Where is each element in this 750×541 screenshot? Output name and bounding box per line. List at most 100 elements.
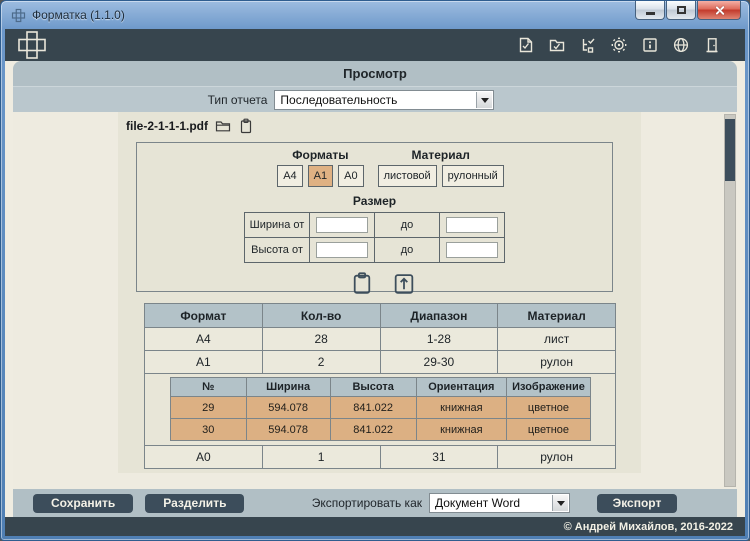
cell-range: 1-28 <box>379 327 499 351</box>
cell-material: рулон <box>497 350 616 374</box>
table-row[interactable]: A1 2 29-30 рулон <box>144 350 616 374</box>
maximize-icon <box>676 6 686 14</box>
report-file-icon[interactable] <box>517 36 535 54</box>
cell-format: A4 <box>144 327 263 351</box>
info-icon[interactable] <box>641 36 659 54</box>
material-sheet-button[interactable]: листовой <box>377 165 437 187</box>
filter-panel: Форматы A4 A1 A0 Материал листовой рулон… <box>136 142 613 294</box>
copy-filter-button[interactable] <box>349 271 375 296</box>
table-header-row: № Ширина Высота Ориентация Изображение <box>170 377 592 397</box>
minimize-button[interactable] <box>635 1 665 20</box>
close-button[interactable] <box>697 1 741 20</box>
cell-image: цветное <box>505 396 592 419</box>
report-type-value: Последовательность <box>280 92 398 107</box>
structure-report-icon[interactable] <box>579 36 597 54</box>
window-client-area: Просмотр Тип отчета Последовательность f… <box>5 29 745 536</box>
cell-height: 841.022 <box>329 418 417 441</box>
col-format: Формат <box>144 303 263 328</box>
export-group: Экспортировать как Документ Word Экспорт <box>312 493 677 513</box>
col-range: Диапазон <box>379 303 499 328</box>
main-area: Просмотр Тип отчета Последовательность f… <box>5 61 745 517</box>
cell-number: 29 <box>170 396 247 419</box>
col-count: Кол-во <box>261 303 381 328</box>
formats-summary-table: Формат Кол-во Диапазон Материал A4 28 1-… <box>144 303 616 469</box>
table-row[interactable]: 30 594.078 841.022 книжная цветное <box>170 418 592 441</box>
app-header <box>5 29 745 61</box>
window-controls <box>635 1 741 20</box>
format-a0-button[interactable]: A0 <box>338 165 364 187</box>
chevron-down-icon[interactable] <box>552 495 568 511</box>
format-a4-button[interactable]: A4 <box>277 165 303 187</box>
close-icon <box>714 5 725 16</box>
cell-format: A0 <box>144 445 263 469</box>
file-row: file-2-1-1-1.pdf <box>126 118 254 134</box>
table-row[interactable]: 29 594.078 841.022 книжная цветное <box>170 396 592 419</box>
scrollbar-thumb[interactable] <box>725 119 735 181</box>
table-header-row: Формат Кол-во Диапазон Материал <box>144 303 616 328</box>
col-number: № <box>170 377 247 397</box>
cell-count: 2 <box>261 350 381 374</box>
minimize-icon <box>645 11 655 15</box>
pdf-preview-panel: file-2-1-1-1.pdf Форматы A4 A1 A0 Матери… <box>118 112 641 473</box>
file-name: file-2-1-1-1.pdf <box>126 119 209 133</box>
preview-card: Просмотр Тип отчета Последовательность f… <box>13 61 737 517</box>
table-row: Высота от до <box>244 237 505 263</box>
copy-clipboard-icon[interactable] <box>238 118 254 134</box>
language-globe-icon[interactable] <box>672 36 690 54</box>
col-material: Материал <box>497 303 616 328</box>
width-to-input[interactable] <box>446 217 498 233</box>
col-height: Высота <box>329 377 417 397</box>
cell-range: 31 <box>379 445 499 469</box>
detail-row: № Ширина Высота Ориентация Изображение 2… <box>144 373 616 446</box>
cell-range: 29-30 <box>379 350 499 374</box>
cell-count: 28 <box>261 327 381 351</box>
table-row[interactable]: A4 28 1-28 лист <box>144 327 616 351</box>
window-titlebar[interactable]: Форматка (1.1.0) <box>1 1 749 29</box>
material-roll-button[interactable]: рулонный <box>441 165 504 187</box>
report-type-select[interactable]: Последовательность <box>274 89 495 110</box>
size-filter-table: Ширина от до Высота от до <box>244 212 505 263</box>
height-from-label: Высота от <box>244 237 310 263</box>
height-to-input[interactable] <box>446 242 498 258</box>
cell-orientation: книжная <box>415 418 507 441</box>
cell-material: лист <box>497 327 616 351</box>
settings-gear-icon[interactable] <box>610 36 628 54</box>
header-toolbar <box>517 36 721 54</box>
width-from-label: Ширина от <box>244 212 310 238</box>
formats-label: Форматы <box>292 148 349 162</box>
export-as-label: Экспортировать как <box>311 496 422 510</box>
exit-door-icon[interactable] <box>703 36 721 54</box>
app-logo-icon <box>17 30 47 60</box>
material-label: Материал <box>411 148 470 162</box>
split-button[interactable]: Разделить <box>145 493 245 513</box>
width-from-input[interactable] <box>316 217 368 233</box>
height-from-input[interactable] <box>316 242 368 258</box>
footer-toolbar: Сохранить Разделить Экспортировать как Д… <box>13 489 737 517</box>
report-folder-icon[interactable] <box>548 36 566 54</box>
col-image: Изображение <box>505 377 592 397</box>
col-width: Ширина <box>245 377 331 397</box>
cell-image: цветное <box>505 418 592 441</box>
report-type-label: Тип отчета <box>207 92 268 107</box>
col-orientation: Ориентация <box>415 377 507 397</box>
export-format-select[interactable]: Документ Word <box>429 493 570 513</box>
app-window: Форматка (1.1.0) Просмотр Тип отчета Пос… <box>0 0 750 541</box>
document-viewport: file-2-1-1-1.pdf Форматы A4 A1 A0 Матери… <box>13 112 737 489</box>
apply-upload-button[interactable] <box>391 271 417 296</box>
format-a1-button[interactable]: A1 <box>307 165 334 187</box>
export-button[interactable]: Экспорт <box>597 493 677 513</box>
vertical-scrollbar[interactable] <box>724 114 736 487</box>
table-row[interactable]: A0 1 31 рулон <box>144 445 616 469</box>
app-window-icon <box>11 8 26 22</box>
table-row: Ширина от до <box>244 212 505 238</box>
export-format-value: Документ Word <box>435 496 521 510</box>
material-group: Материал листовой рулонный <box>377 148 504 187</box>
save-button[interactable]: Сохранить <box>33 493 134 513</box>
maximize-button[interactable] <box>666 1 696 20</box>
cell-number: 30 <box>170 418 247 441</box>
page-title: Просмотр <box>13 61 737 86</box>
chevron-down-icon[interactable] <box>476 91 493 108</box>
open-folder-icon[interactable] <box>215 118 231 134</box>
copyright-text: © Андрей Михайлов, 2016-2022 <box>563 520 733 533</box>
pages-detail-table: № Ширина Высота Ориентация Изображение 2… <box>170 377 592 441</box>
